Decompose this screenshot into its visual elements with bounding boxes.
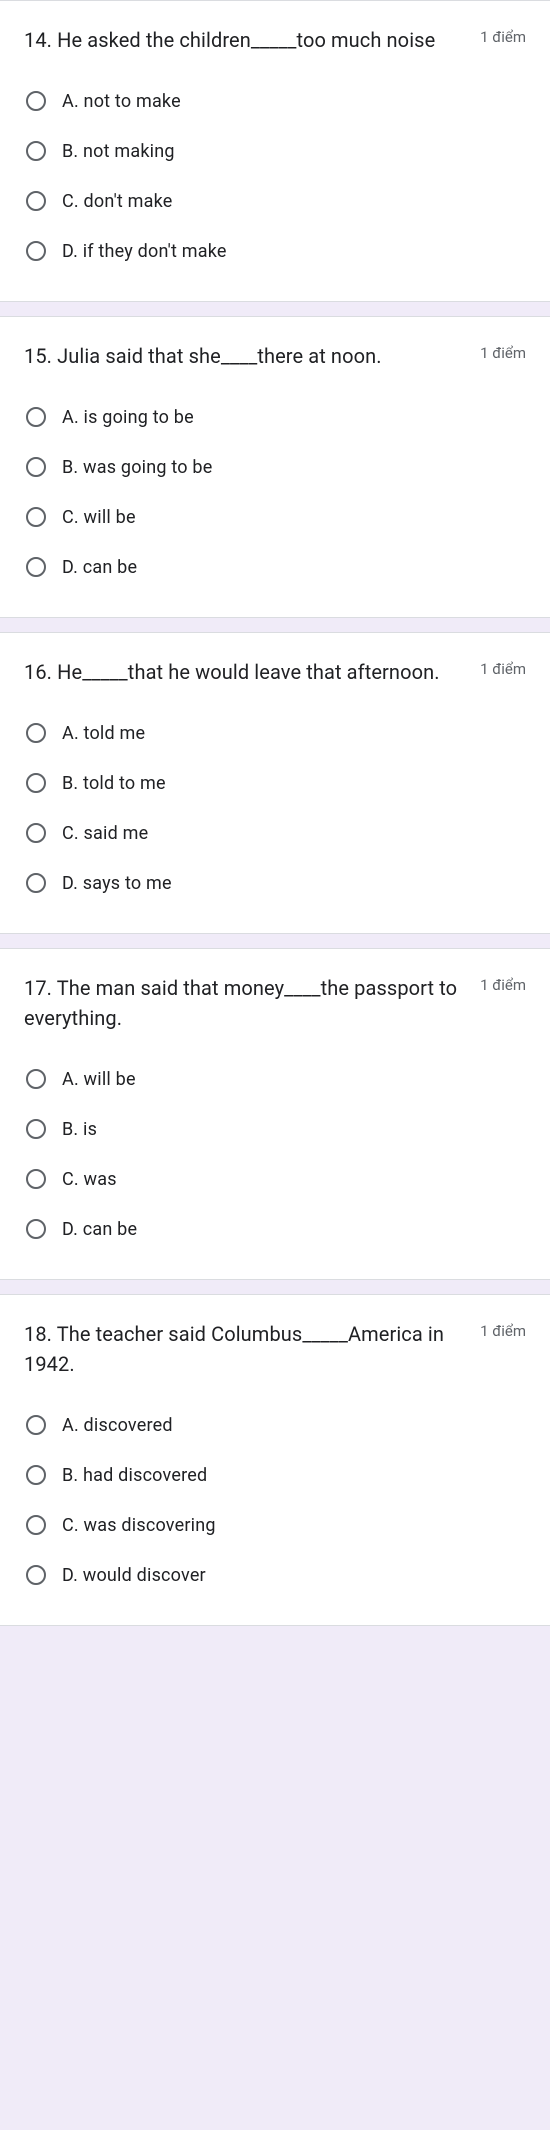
option-row[interactable]: A. told me xyxy=(24,711,526,755)
question-card: 17. The man said that money____the passp… xyxy=(0,948,550,1280)
question-points: 1 điểm xyxy=(480,657,526,678)
option-label: D. if they don't make xyxy=(62,241,227,262)
question-header: 18. The teacher said Columbus_____Americ… xyxy=(24,1319,526,1379)
radio-unchecked-icon xyxy=(24,505,48,529)
radio-unchecked-icon xyxy=(24,1217,48,1241)
option-label: D. can be xyxy=(62,557,137,578)
option-row[interactable]: D. says to me xyxy=(24,861,526,905)
option-label: B. told to me xyxy=(62,773,166,794)
option-row[interactable]: A. will be xyxy=(24,1057,526,1101)
option-row[interactable]: A. not to make xyxy=(24,79,526,123)
option-row[interactable]: C. was discovering xyxy=(24,1503,526,1547)
question-header: 16. He_____that he would leave that afte… xyxy=(24,657,526,687)
radio-unchecked-icon xyxy=(24,189,48,213)
option-row[interactable]: A. is going to be xyxy=(24,395,526,439)
option-label: B. had discovered xyxy=(62,1465,207,1486)
question-points: 1 điểm xyxy=(480,973,526,994)
radio-unchecked-icon xyxy=(24,455,48,479)
question-card: 16. He_____that he would leave that afte… xyxy=(0,632,550,934)
question-text: 18. The teacher said Columbus_____Americ… xyxy=(24,1319,464,1379)
option-row[interactable]: D. can be xyxy=(24,545,526,589)
option-label: A. is going to be xyxy=(62,407,194,428)
radio-unchecked-icon xyxy=(24,1067,48,1091)
options-group: A. will be B. is C. was D. can be xyxy=(24,1057,526,1251)
radio-unchecked-icon xyxy=(24,771,48,795)
radio-unchecked-icon xyxy=(24,89,48,113)
option-row[interactable]: D. would discover xyxy=(24,1553,526,1597)
radio-unchecked-icon xyxy=(24,1413,48,1437)
option-label: D. would discover xyxy=(62,1565,206,1586)
option-label: A. will be xyxy=(62,1069,136,1090)
radio-unchecked-icon xyxy=(24,871,48,895)
radio-unchecked-icon xyxy=(24,721,48,745)
options-group: A. not to make B. not making C. don't make… xyxy=(24,79,526,273)
option-row[interactable]: C. was xyxy=(24,1157,526,1201)
radio-unchecked-icon xyxy=(24,1167,48,1191)
question-text: 15. Julia said that she____there at noon… xyxy=(24,341,464,371)
option-label: C. was xyxy=(62,1169,117,1190)
question-header: 15. Julia said that she____there at noon… xyxy=(24,341,526,371)
question-points: 1 điểm xyxy=(480,25,526,46)
radio-unchecked-icon xyxy=(24,1117,48,1141)
option-label: A. discovered xyxy=(62,1415,173,1436)
radio-unchecked-icon xyxy=(24,821,48,845)
option-label: B. not making xyxy=(62,141,175,162)
option-row[interactable]: B. was going to be xyxy=(24,445,526,489)
radio-unchecked-icon xyxy=(24,239,48,263)
option-row[interactable]: B. had discovered xyxy=(24,1453,526,1497)
option-label: C. will be xyxy=(62,507,136,528)
question-text: 16. He_____that he would leave that afte… xyxy=(24,657,464,687)
radio-unchecked-icon xyxy=(24,555,48,579)
option-row[interactable]: B. is xyxy=(24,1107,526,1151)
question-text: 17. The man said that money____the passp… xyxy=(24,973,464,1033)
option-label: A. told me xyxy=(62,723,145,744)
option-label: C. don't make xyxy=(62,191,173,212)
options-group: A. is going to be B. was going to be C. wi… xyxy=(24,395,526,589)
option-label: D. says to me xyxy=(62,873,172,894)
radio-unchecked-icon xyxy=(24,139,48,163)
option-row[interactable]: D. can be xyxy=(24,1207,526,1251)
radio-unchecked-icon xyxy=(24,1463,48,1487)
option-label: D. can be xyxy=(62,1219,137,1240)
option-row[interactable]: C. don't make xyxy=(24,179,526,223)
option-row[interactable]: B. told to me xyxy=(24,761,526,805)
option-row[interactable]: A. discovered xyxy=(24,1403,526,1447)
options-group: A. discovered B. had discovered C. was dis… xyxy=(24,1403,526,1597)
radio-unchecked-icon xyxy=(24,1563,48,1587)
question-header: 14. He asked the children_____too much n… xyxy=(24,25,526,55)
question-card: 15. Julia said that she____there at noon… xyxy=(0,316,550,618)
question-card: 18. The teacher said Columbus_____Americ… xyxy=(0,1294,550,1626)
question-points: 1 điểm xyxy=(480,341,526,362)
radio-unchecked-icon xyxy=(24,1513,48,1537)
option-label: C. said me xyxy=(62,823,148,844)
option-label: C. was discovering xyxy=(62,1515,216,1536)
option-label: B. was going to be xyxy=(62,457,212,478)
option-label: A. not to make xyxy=(62,91,181,112)
question-header: 17. The man said that money____the passp… xyxy=(24,973,526,1033)
radio-unchecked-icon xyxy=(24,405,48,429)
option-row[interactable]: B. not making xyxy=(24,129,526,173)
form-root: 14. He asked the children_____too much n… xyxy=(0,0,550,1626)
option-row[interactable]: C. will be xyxy=(24,495,526,539)
option-row[interactable]: D. if they don't make xyxy=(24,229,526,273)
question-card: 14. He asked the children_____too much n… xyxy=(0,0,550,302)
option-row[interactable]: C. said me xyxy=(24,811,526,855)
question-text: 14. He asked the children_____too much n… xyxy=(24,25,464,55)
question-points: 1 điểm xyxy=(480,1319,526,1340)
option-label: B. is xyxy=(62,1119,97,1140)
options-group: A. told me B. told to me C. said me D. says… xyxy=(24,711,526,905)
